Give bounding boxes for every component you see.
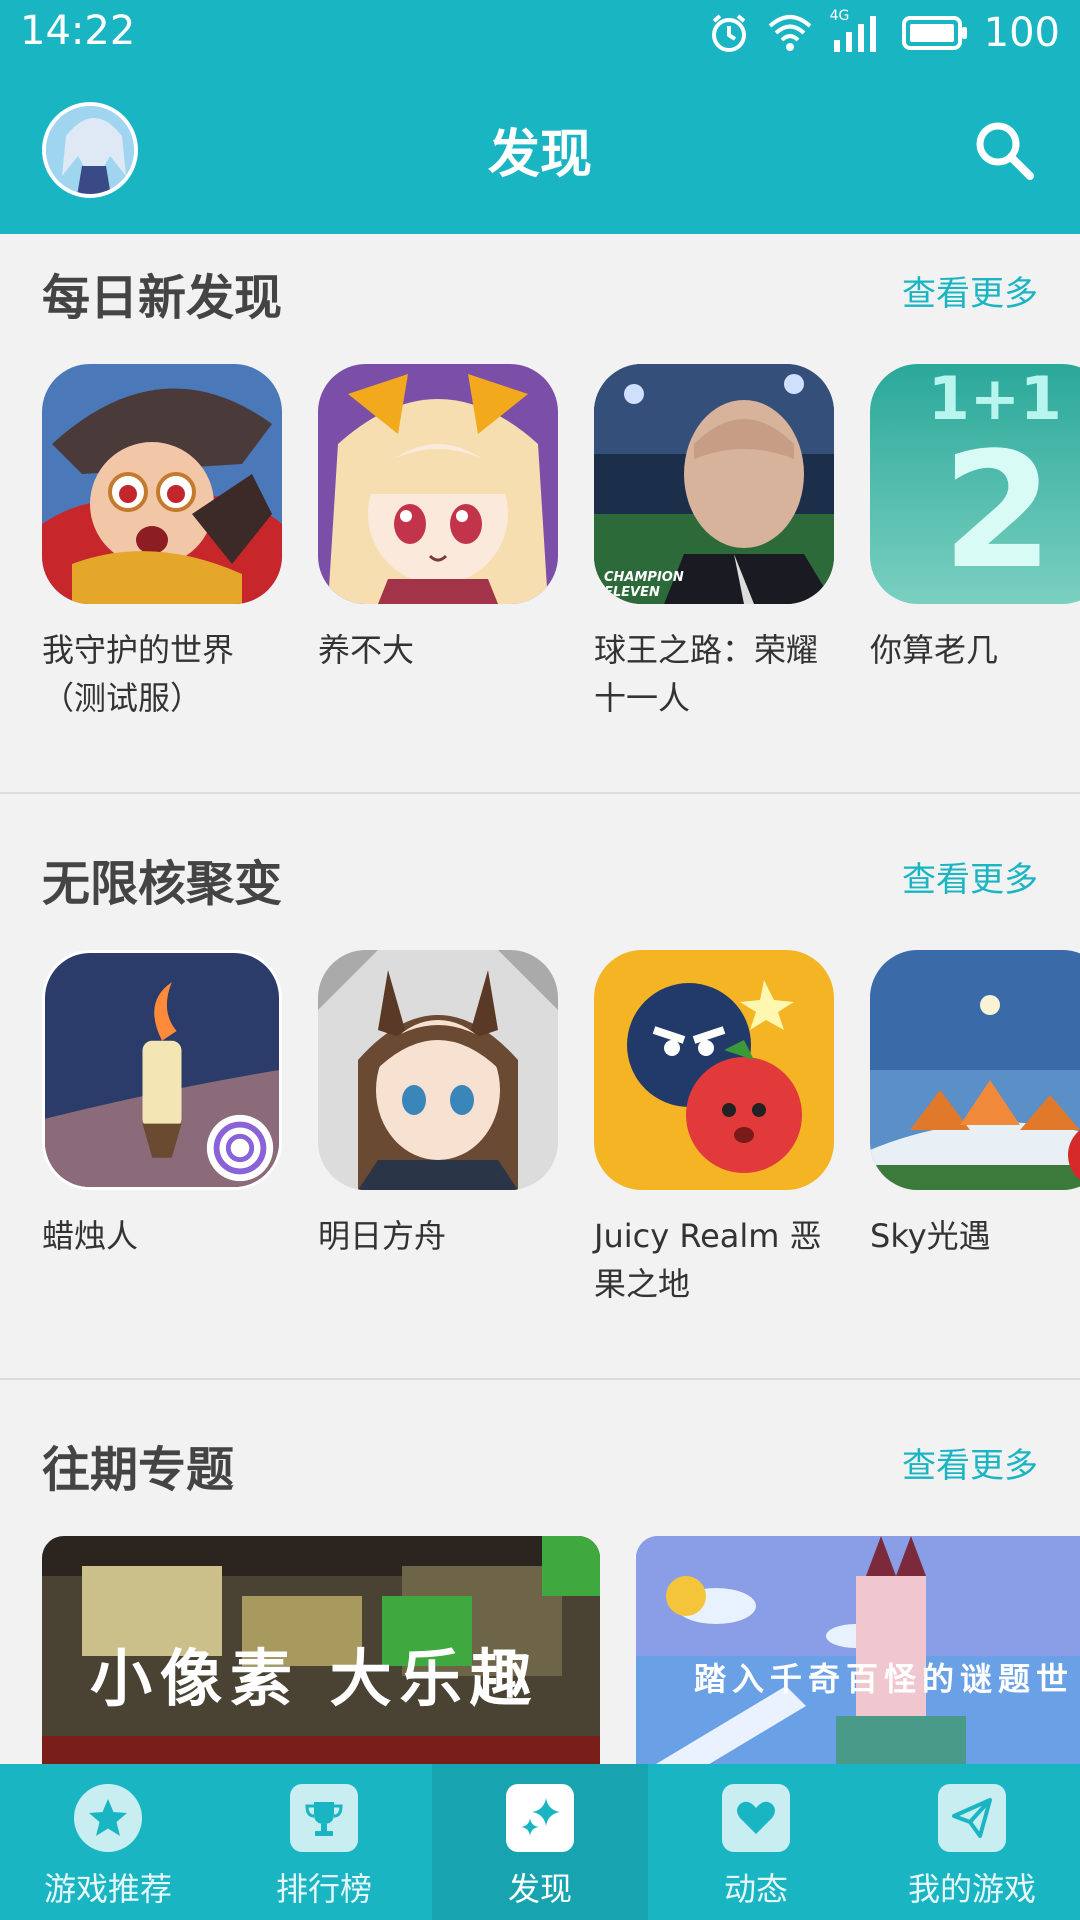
app-icon[interactable]	[318, 364, 558, 604]
section-divider	[0, 792, 1080, 794]
app-name: 养不大	[318, 631, 415, 669]
section-more-daily[interactable]: 查看更多	[902, 266, 1038, 315]
tab-game-recommend[interactable]: 游戏推荐	[0, 1764, 216, 1920]
champion-eleven-logo: CHAMPION ELEVEN	[604, 570, 684, 600]
heart-icon	[722, 1784, 790, 1852]
app-icon[interactable]	[594, 950, 834, 1190]
app-icon[interactable]: CHAMPION ELEVEN	[594, 364, 834, 604]
section-title-daily: 每日新发现	[42, 270, 283, 326]
tab-my-games[interactable]: 我的游戏	[864, 1764, 1080, 1920]
app-icon[interactable]	[42, 950, 282, 1190]
tab-label: 发现	[507, 1870, 572, 1908]
app-name: 球王之路：荣耀十一人	[594, 631, 819, 717]
section-more-topics[interactable]: 查看更多	[902, 1438, 1038, 1487]
cellular-signal-icon: 4G	[830, 8, 886, 54]
trophy-icon	[290, 1784, 358, 1852]
topic-card[interactable]: 踏入千奇百怪的谜题世	[636, 1536, 1080, 1764]
section-title-fusion: 无限核聚变	[42, 856, 283, 912]
app-icon[interactable]	[42, 364, 282, 604]
topic-card[interactable]: 小像素 大乐趣	[42, 1536, 600, 1764]
paper-plane-icon	[938, 1784, 1006, 1852]
app-name: 我守护的世界（测试服）	[42, 631, 235, 717]
status-bar: 14:22 4G 100	[0, 0, 1080, 66]
app-icon[interactable]: 1+1 2	[870, 364, 1080, 604]
wifi-icon	[768, 15, 811, 51]
sparkle-icon	[506, 1784, 574, 1852]
app-card[interactable]: CHAMPION ELEVEN 球王之路：荣耀十一人	[594, 364, 834, 722]
battery-level: 100	[983, 10, 1060, 56]
icon-text-big: 2	[942, 417, 1054, 604]
tab-label: 排行榜	[275, 1870, 372, 1908]
section-divider	[0, 1378, 1080, 1380]
app-card[interactable]: 蜡烛人	[42, 950, 282, 1260]
topic-caption: 小像素 大乐趣	[90, 1642, 540, 1715]
battery-icon	[901, 16, 967, 50]
app-name: 明日方舟	[318, 1217, 447, 1255]
tab-label: 我的游戏	[907, 1870, 1036, 1908]
tab-rankings[interactable]: 排行榜	[216, 1764, 432, 1920]
app-card[interactable]: Juicy Realm 恶果之地	[594, 950, 834, 1308]
app-name: 你算老几	[870, 631, 999, 669]
app-name: Juicy Realm 恶果之地	[594, 1217, 822, 1303]
app-header: 发现	[0, 66, 1080, 234]
app-card[interactable]: 我守护的世界（测试服）	[42, 364, 282, 722]
status-time: 14:22	[20, 8, 136, 54]
app-name: Sky光遇	[870, 1217, 991, 1255]
bottom-tab-bar: 游戏推荐 排行榜 发现 动态 我的游戏	[0, 1764, 1080, 1920]
app-name: 蜡烛人	[42, 1217, 139, 1255]
search-icon[interactable]	[972, 118, 1036, 182]
section-more-fusion[interactable]: 查看更多	[902, 852, 1038, 901]
app-card[interactable]: 明日方舟	[318, 950, 558, 1260]
tab-discover[interactable]: 发现	[432, 1764, 648, 1920]
app-card[interactable]: 养不大	[318, 364, 558, 674]
page-title: 发现	[487, 125, 592, 185]
topic-caption: 踏入千奇百怪的谜题世	[694, 1660, 1075, 1698]
tab-label: 动态	[723, 1870, 788, 1908]
star-icon	[74, 1784, 142, 1852]
discover-content[interactable]: 每日新发现 查看更多 我守护的世界（测试服） 养不大 CHAMPION ELEV…	[0, 234, 1080, 1764]
section-title-topics: 往期专题	[42, 1442, 235, 1498]
app-card[interactable]: Sky光遇	[870, 950, 1080, 1260]
app-card[interactable]: 1+1 2 你算老几	[870, 364, 1080, 674]
alarm-icon	[711, 14, 746, 52]
tab-activity[interactable]: 动态	[648, 1764, 864, 1920]
status-icons: 4G 100	[708, 8, 1060, 58]
app-icon[interactable]	[870, 950, 1080, 1190]
app-icon[interactable]	[318, 950, 558, 1190]
tab-label: 游戏推荐	[43, 1870, 172, 1908]
